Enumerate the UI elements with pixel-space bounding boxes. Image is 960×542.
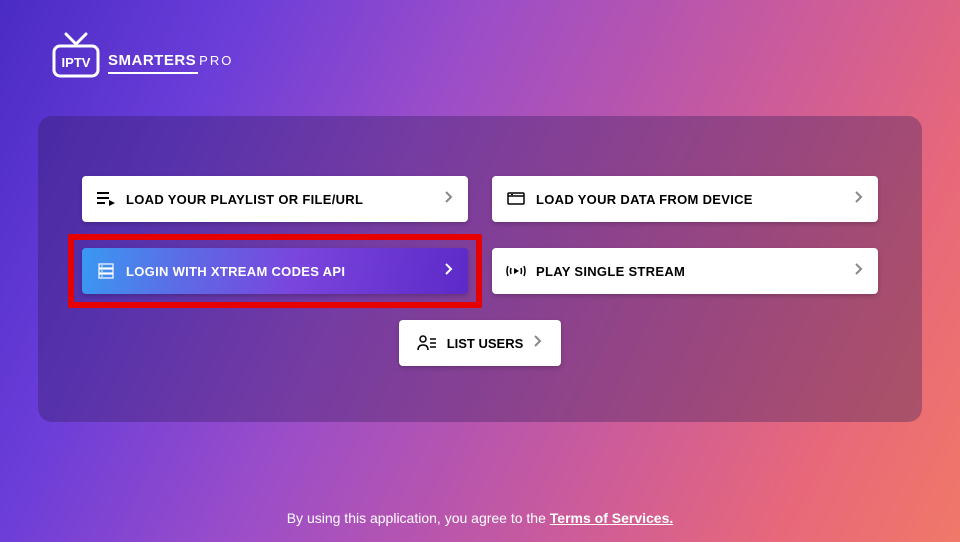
footer-prefix: By using this application, you agree to … bbox=[287, 510, 550, 526]
tv-icon: IPTV bbox=[48, 32, 106, 80]
list-users-button[interactable]: LIST USERS bbox=[399, 320, 562, 366]
logo-pro-text: PRO bbox=[199, 53, 233, 68]
chevron-right-icon bbox=[854, 190, 864, 209]
app-logo: IPTV SMARTERSPRO bbox=[48, 32, 233, 80]
server-icon bbox=[96, 261, 116, 281]
selection-highlight: LOGIN WITH XTREAM CODES API bbox=[68, 234, 482, 308]
stream-icon bbox=[506, 261, 526, 281]
play-stream-button[interactable]: PLAY SINGLE STREAM bbox=[492, 248, 878, 294]
load-device-button[interactable]: LOAD YOUR DATA FROM DEVICE bbox=[492, 176, 878, 222]
play-stream-label: PLAY SINGLE STREAM bbox=[536, 264, 854, 279]
chevron-right-icon bbox=[533, 334, 543, 353]
chevron-right-icon bbox=[444, 190, 454, 209]
svg-text:IPTV: IPTV bbox=[62, 55, 91, 70]
main-panel: LOAD YOUR PLAYLIST OR FILE/URL LOAD YOUR… bbox=[38, 116, 922, 422]
chevron-right-icon bbox=[444, 262, 454, 281]
chevron-right-icon bbox=[854, 262, 864, 281]
load-playlist-button[interactable]: LOAD YOUR PLAYLIST OR FILE/URL bbox=[82, 176, 468, 222]
footer-text: By using this application, you agree to … bbox=[0, 510, 960, 526]
load-playlist-label: LOAD YOUR PLAYLIST OR FILE/URL bbox=[126, 192, 444, 207]
terms-of-service-link[interactable]: Terms of Services. bbox=[550, 510, 673, 526]
users-icon bbox=[417, 333, 437, 353]
xtream-login-button[interactable]: LOGIN WITH XTREAM CODES API bbox=[82, 248, 468, 294]
device-icon bbox=[506, 189, 526, 209]
playlist-icon bbox=[96, 189, 116, 209]
logo-brand-text: SMARTERS bbox=[108, 52, 196, 69]
list-users-label: LIST USERS bbox=[447, 336, 524, 351]
load-device-label: LOAD YOUR DATA FROM DEVICE bbox=[536, 192, 854, 207]
xtream-login-label: LOGIN WITH XTREAM CODES API bbox=[126, 264, 444, 279]
